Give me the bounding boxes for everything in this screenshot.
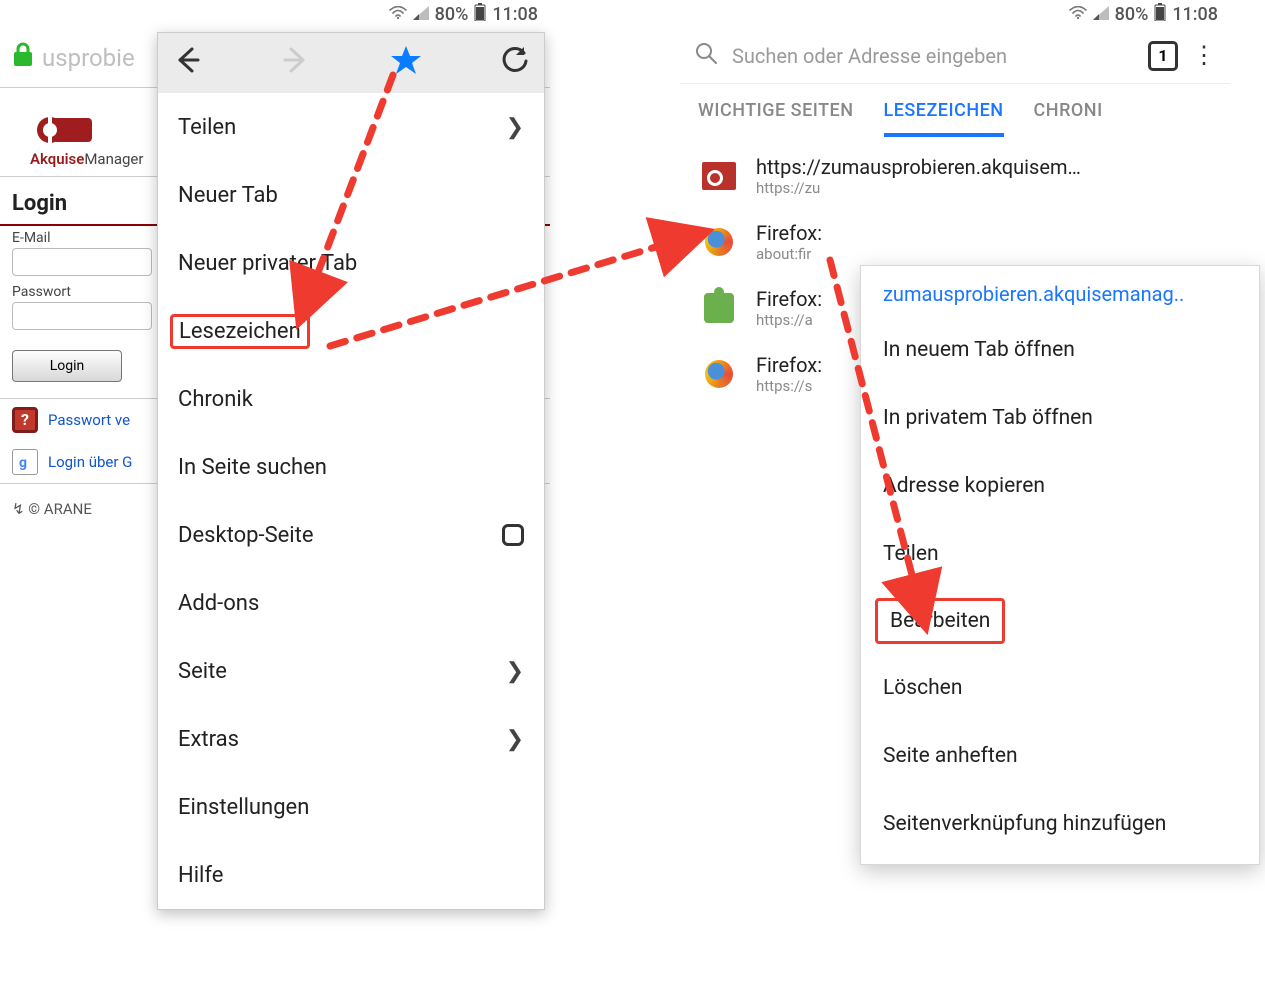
password-field[interactable] <box>12 302 152 330</box>
chevron-right-icon: ❯ <box>506 659 524 684</box>
favicon <box>700 289 738 327</box>
tab-chronik[interactable]: CHRONI <box>1034 100 1103 137</box>
wifi-icon <box>1069 4 1087 25</box>
battery-percent: 80% <box>435 4 469 25</box>
signal-icon <box>1093 4 1109 25</box>
ctx-pin[interactable]: Seite anheften <box>861 722 1259 790</box>
status-time: 11:08 <box>1172 4 1218 25</box>
email-field[interactable] <box>12 248 152 276</box>
search-icon <box>694 41 718 71</box>
menu-einstellungen[interactable]: Einstellungen <box>158 773 544 841</box>
lock-icon <box>12 42 34 74</box>
status-bar: 80% 11:08 <box>0 0 550 28</box>
ctx-edit[interactable]: Bearbeiten <box>875 598 1005 644</box>
logo-word-2: Manager <box>84 150 143 168</box>
browser-menu: Teilen❯ Neuer Tab Neuer privater Tab Les… <box>157 32 545 910</box>
menu-addons[interactable]: Add-ons <box>158 569 544 637</box>
menu-neuer-privater-tab[interactable]: Neuer privater Tab <box>158 229 544 297</box>
forward-icon <box>279 45 313 82</box>
menu-nav-row <box>158 33 544 93</box>
battery-icon <box>474 3 486 26</box>
bookmark-item[interactable]: https://zumausprobieren.akquisem… https:… <box>680 143 1230 209</box>
menu-seite[interactable]: Seite❯ <box>158 637 544 705</box>
login-button[interactable]: Login <box>12 350 122 382</box>
bookmark-context-menu: zumausprobieren.akquisemanag.. In neuem … <box>860 265 1260 865</box>
context-menu-title: zumausprobieren.akquisemanag.. <box>861 266 1259 316</box>
menu-teilen[interactable]: Teilen❯ <box>158 93 544 161</box>
checkbox-icon[interactable] <box>502 524 524 546</box>
chevron-right-icon: ❯ <box>506 727 524 752</box>
ctx-share[interactable]: Teilen <box>861 520 1259 588</box>
chevron-right-icon: ❯ <box>506 115 524 140</box>
menu-chronik[interactable]: Chronik <box>158 365 544 433</box>
logo-word-1: Akquise <box>30 150 84 168</box>
battery-icon <box>1154 3 1166 26</box>
left-phone: 80% 11:08 usprobie AkquiseManager Login <box>0 0 550 554</box>
reload-icon[interactable] <box>498 45 532 82</box>
battery-percent: 80% <box>1115 4 1149 25</box>
menu-desktop-seite[interactable]: Desktop-Seite <box>158 501 544 569</box>
menu-hilfe[interactable]: Hilfe <box>158 841 544 909</box>
menu-extras[interactable]: Extras❯ <box>158 705 544 773</box>
favicon <box>700 355 738 393</box>
status-bar: 80% 11:08 <box>680 0 1230 28</box>
footer-text: © ARANE <box>28 500 92 518</box>
footer-icon: ↯ <box>12 500 28 518</box>
favicon <box>700 223 738 261</box>
ctx-shortcut[interactable]: Seitenverknüpfung hinzufügen <box>861 790 1259 858</box>
favicon <box>700 157 738 195</box>
ctx-open-private-tab[interactable]: In privatem Tab öffnen <box>861 384 1259 452</box>
menu-in-seite-suchen[interactable]: In Seite suchen <box>158 433 544 501</box>
search-placeholder: Suchen oder Adresse eingeben <box>732 44 1134 68</box>
ctx-copy-address[interactable]: Adresse kopieren <box>861 452 1259 520</box>
help-icon: ? <box>12 407 38 433</box>
overflow-menu-icon[interactable]: ⋮ <box>1192 51 1216 61</box>
tab-strip: WICHTIGE SEITEN LESEZEICHEN CHRONI <box>680 84 1230 137</box>
ctx-open-new-tab[interactable]: In neuem Tab öffnen <box>861 316 1259 384</box>
url-text: usprobie <box>42 44 135 72</box>
ctx-delete[interactable]: Löschen <box>861 654 1259 722</box>
signal-icon <box>413 4 429 25</box>
back-icon[interactable] <box>170 45 204 82</box>
menu-neuer-tab[interactable]: Neuer Tab <box>158 161 544 229</box>
search-bar[interactable]: Suchen oder Adresse eingeben 1 ⋮ <box>680 28 1230 84</box>
menu-lesezeichen[interactable]: Lesezeichen <box>158 297 544 365</box>
tab-lesezeichen[interactable]: LESEZEICHEN <box>884 100 1004 137</box>
svg-text:g: g <box>19 455 27 471</box>
bookmark-star-icon[interactable] <box>389 44 423 83</box>
status-time: 11:08 <box>492 4 538 25</box>
tab-wichtige-seiten[interactable]: WICHTIGE SEITEN <box>698 100 854 137</box>
wifi-icon <box>389 4 407 25</box>
tab-count-button[interactable]: 1 <box>1148 41 1178 71</box>
google-icon: g <box>12 449 38 475</box>
